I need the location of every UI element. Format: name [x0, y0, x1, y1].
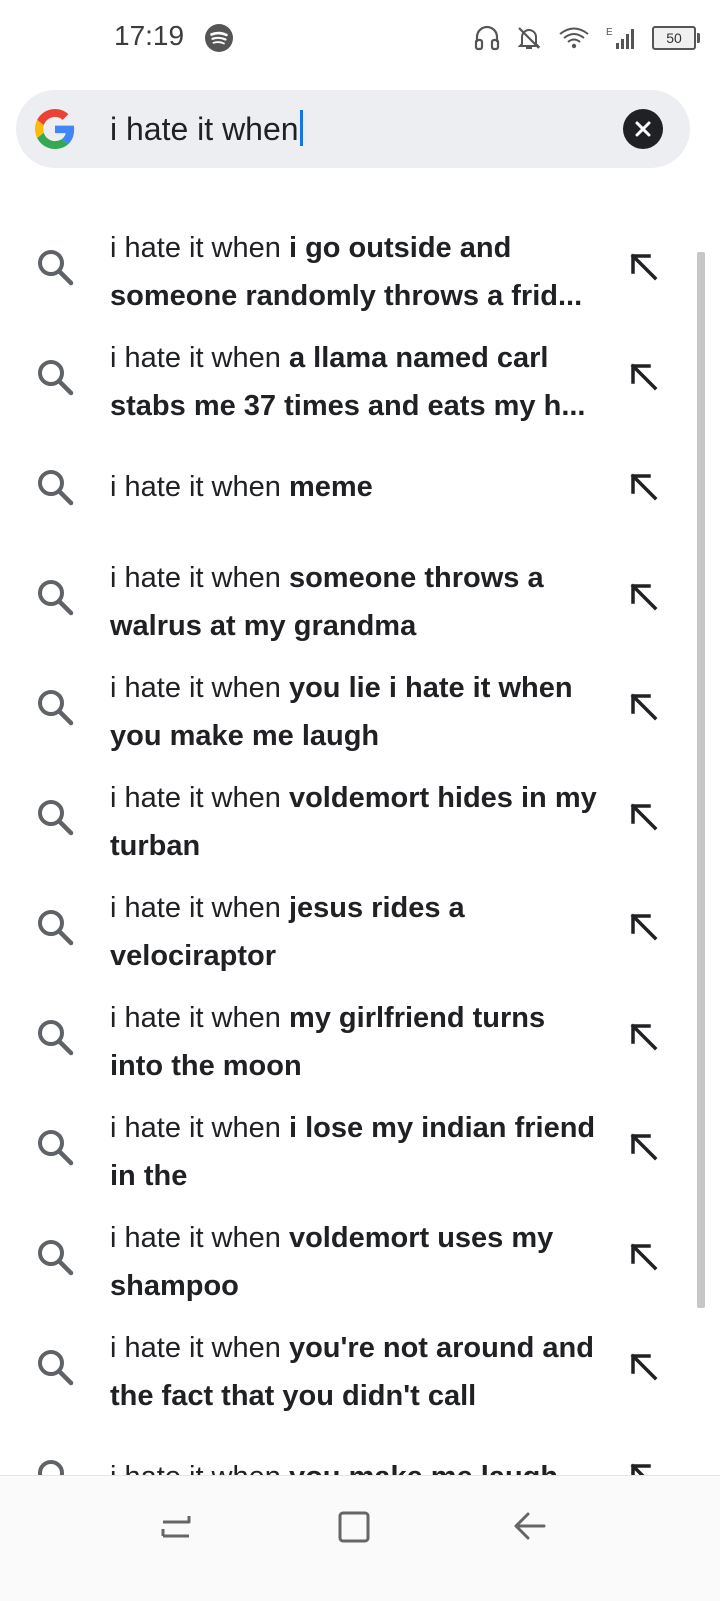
suggestion-completion: you make me laugh — [289, 1461, 558, 1475]
recents-icon[interactable] — [155, 1504, 199, 1548]
search-icon — [38, 800, 74, 836]
fill-query-arrow-icon[interactable] — [625, 688, 661, 724]
fill-query-arrow-icon[interactable] — [625, 468, 661, 504]
scrollbar[interactable] — [697, 252, 705, 1308]
fill-query-arrow-icon[interactable] — [625, 578, 661, 614]
suggestion-item[interactable]: i hate it when you're not around and the… — [0, 1312, 720, 1422]
fill-query-arrow-icon[interactable] — [625, 798, 661, 834]
google-logo-icon — [35, 109, 75, 149]
search-icon — [38, 1240, 74, 1276]
suggestion-prefix: i hate it when — [110, 672, 289, 704]
suggestion-prefix: i hate it when — [110, 1222, 289, 1254]
search-icon — [38, 470, 74, 506]
fill-query-arrow-icon[interactable] — [625, 1018, 661, 1054]
suggestion-item[interactable]: i hate it when someone throws a walrus a… — [0, 542, 720, 652]
clear-search-button[interactable] — [623, 109, 663, 149]
signal-icon: E — [606, 27, 634, 49]
suggestion-text: i hate it when voldemort hides in my tur… — [110, 774, 600, 870]
suggestion-item[interactable]: i hate it when voldemort uses my shampoo — [0, 1202, 720, 1312]
suggestion-prefix: i hate it when — [110, 1332, 289, 1364]
suggestion-text: i hate it when jesus rides a velocirapto… — [110, 884, 600, 980]
search-bar[interactable]: i hate it when — [16, 90, 690, 168]
suggestion-text: i hate it when you lie i hate it when yo… — [110, 664, 600, 760]
search-icon — [38, 1130, 74, 1166]
headphones-icon — [474, 25, 500, 51]
fill-query-arrow-icon[interactable] — [625, 1128, 661, 1164]
suggestion-text: i hate it when someone throws a walrus a… — [110, 554, 600, 650]
suggestion-prefix: i hate it when — [110, 1112, 289, 1144]
suggestion-prefix: i hate it when — [110, 471, 289, 503]
suggestion-text: i hate it when meme — [110, 463, 600, 511]
search-icon — [38, 580, 74, 616]
suggestion-prefix: i hate it when — [110, 232, 289, 264]
search-icon — [38, 1350, 74, 1386]
home-icon[interactable] — [332, 1504, 376, 1548]
search-icon — [38, 690, 74, 726]
suggestion-item[interactable]: i hate it when i go outside and someone … — [0, 212, 720, 322]
search-icon — [38, 1020, 74, 1056]
back-icon[interactable] — [508, 1504, 552, 1548]
suggestion-text: i hate it when you make me laugh — [110, 1453, 600, 1475]
suggestion-prefix: i hate it when — [110, 892, 289, 924]
suggestion-text: i hate it when a llama named carl stabs … — [110, 334, 600, 430]
navigation-bar — [0, 1475, 720, 1601]
search-icon — [38, 910, 74, 946]
suggestion-item[interactable]: i hate it when meme — [0, 432, 720, 542]
svg-text:E: E — [606, 27, 613, 38]
fill-query-arrow-icon[interactable] — [625, 358, 661, 394]
suggestion-text: i hate it when i lose my indian friend i… — [110, 1104, 600, 1200]
spotify-icon — [205, 24, 233, 52]
search-icon — [38, 250, 74, 286]
battery-icon: 50 — [652, 26, 700, 50]
suggestion-item[interactable]: i hate it when you lie i hate it when yo… — [0, 652, 720, 762]
suggestion-item[interactable]: i hate it when you make me laugh — [0, 1422, 720, 1475]
status-bar: 17:19 E 50 — [0, 0, 720, 78]
suggestion-prefix: i hate it when — [110, 562, 289, 594]
search-icon — [38, 360, 74, 396]
suggestion-prefix: i hate it when — [110, 782, 289, 814]
close-icon — [635, 121, 651, 137]
suggestion-prefix: i hate it when — [110, 1461, 289, 1475]
suggestion-list: i hate it when i go outside and someone … — [0, 212, 720, 1475]
search-icon — [38, 1460, 64, 1475]
search-query-text: i hate it when — [110, 111, 299, 147]
text-caret — [299, 110, 303, 146]
suggestion-item[interactable]: i hate it when i lose my indian friend i… — [0, 1092, 720, 1202]
wifi-icon — [559, 27, 589, 49]
suggestion-text: i hate it when you're not around and the… — [110, 1324, 600, 1420]
suggestion-text: i hate it when i go outside and someone … — [110, 224, 600, 320]
fill-query-arrow-icon[interactable] — [625, 1348, 661, 1384]
suggestion-prefix: i hate it when — [110, 342, 289, 374]
suggestion-item[interactable]: i hate it when a llama named carl stabs … — [0, 322, 720, 432]
fill-query-arrow-icon[interactable] — [625, 1238, 661, 1274]
fill-query-arrow-icon[interactable] — [625, 248, 661, 284]
suggestion-completion: meme — [288, 471, 373, 503]
bell-off-icon — [517, 27, 541, 49]
fill-query-arrow-icon[interactable] — [625, 1458, 661, 1475]
search-input[interactable]: i hate it when — [110, 108, 303, 150]
suggestion-text: i hate it when voldemort uses my shampoo — [110, 1214, 600, 1310]
suggestion-item[interactable]: i hate it when voldemort hides in my tur… — [0, 762, 720, 872]
suggestion-text: i hate it when my girlfriend turns into … — [110, 994, 600, 1090]
suggestion-item[interactable]: i hate it when my girlfriend turns into … — [0, 982, 720, 1092]
fill-query-arrow-icon[interactable] — [625, 908, 661, 944]
suggestion-prefix: i hate it when — [110, 1002, 289, 1034]
status-time: 17:19 — [114, 20, 185, 51]
suggestion-item[interactable]: i hate it when jesus rides a velocirapto… — [0, 872, 720, 982]
